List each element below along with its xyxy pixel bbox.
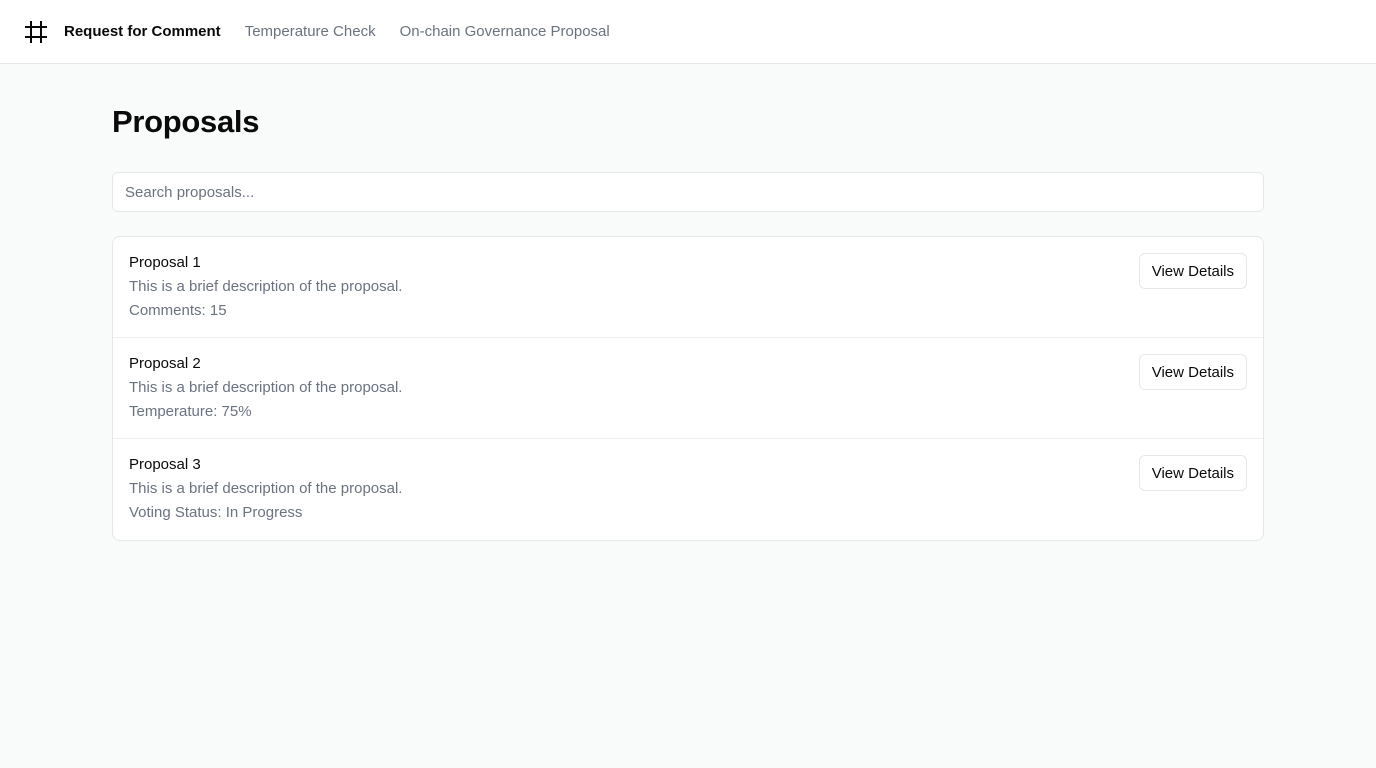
nav-link-request-for-comment[interactable]: Request for Comment <box>64 23 221 40</box>
proposal-description: This is a brief description of the propo… <box>129 480 403 497</box>
proposal-title: Proposal 1 <box>129 254 201 271</box>
view-details-button[interactable]: View Details <box>1138 354 1247 390</box>
search-input[interactable] <box>112 172 1264 212</box>
proposal-list: Proposal 1 This is a brief description o… <box>112 236 1264 541</box>
proposal-meta: Temperature: 75% <box>129 403 252 420</box>
view-details-button[interactable]: View Details <box>1138 455 1247 491</box>
proposal-meta: Comments: 15 <box>129 302 227 319</box>
proposal-row: Proposal 3 This is a brief description o… <box>113 439 1263 540</box>
nav-link-on-chain-governance-proposal[interactable]: On-chain Governance Proposal <box>400 23 610 40</box>
proposal-title: Proposal 3 <box>129 456 201 473</box>
view-details-button[interactable]: View Details <box>1138 253 1247 289</box>
proposal-row: Proposal 2 This is a brief description o… <box>113 338 1263 439</box>
hash-icon[interactable] <box>24 20 48 44</box>
proposal-title: Proposal 2 <box>129 355 201 372</box>
proposal-row: Proposal 1 This is a brief description o… <box>113 237 1263 338</box>
top-navigation: Request for Comment Temperature Check On… <box>0 0 1376 64</box>
proposal-meta: Voting Status: In Progress <box>129 504 303 521</box>
page-title: Proposals <box>112 104 260 139</box>
proposal-description: This is a brief description of the propo… <box>129 379 403 396</box>
nav-link-temperature-check[interactable]: Temperature Check <box>245 23 376 40</box>
proposal-description: This is a brief description of the propo… <box>129 278 403 295</box>
